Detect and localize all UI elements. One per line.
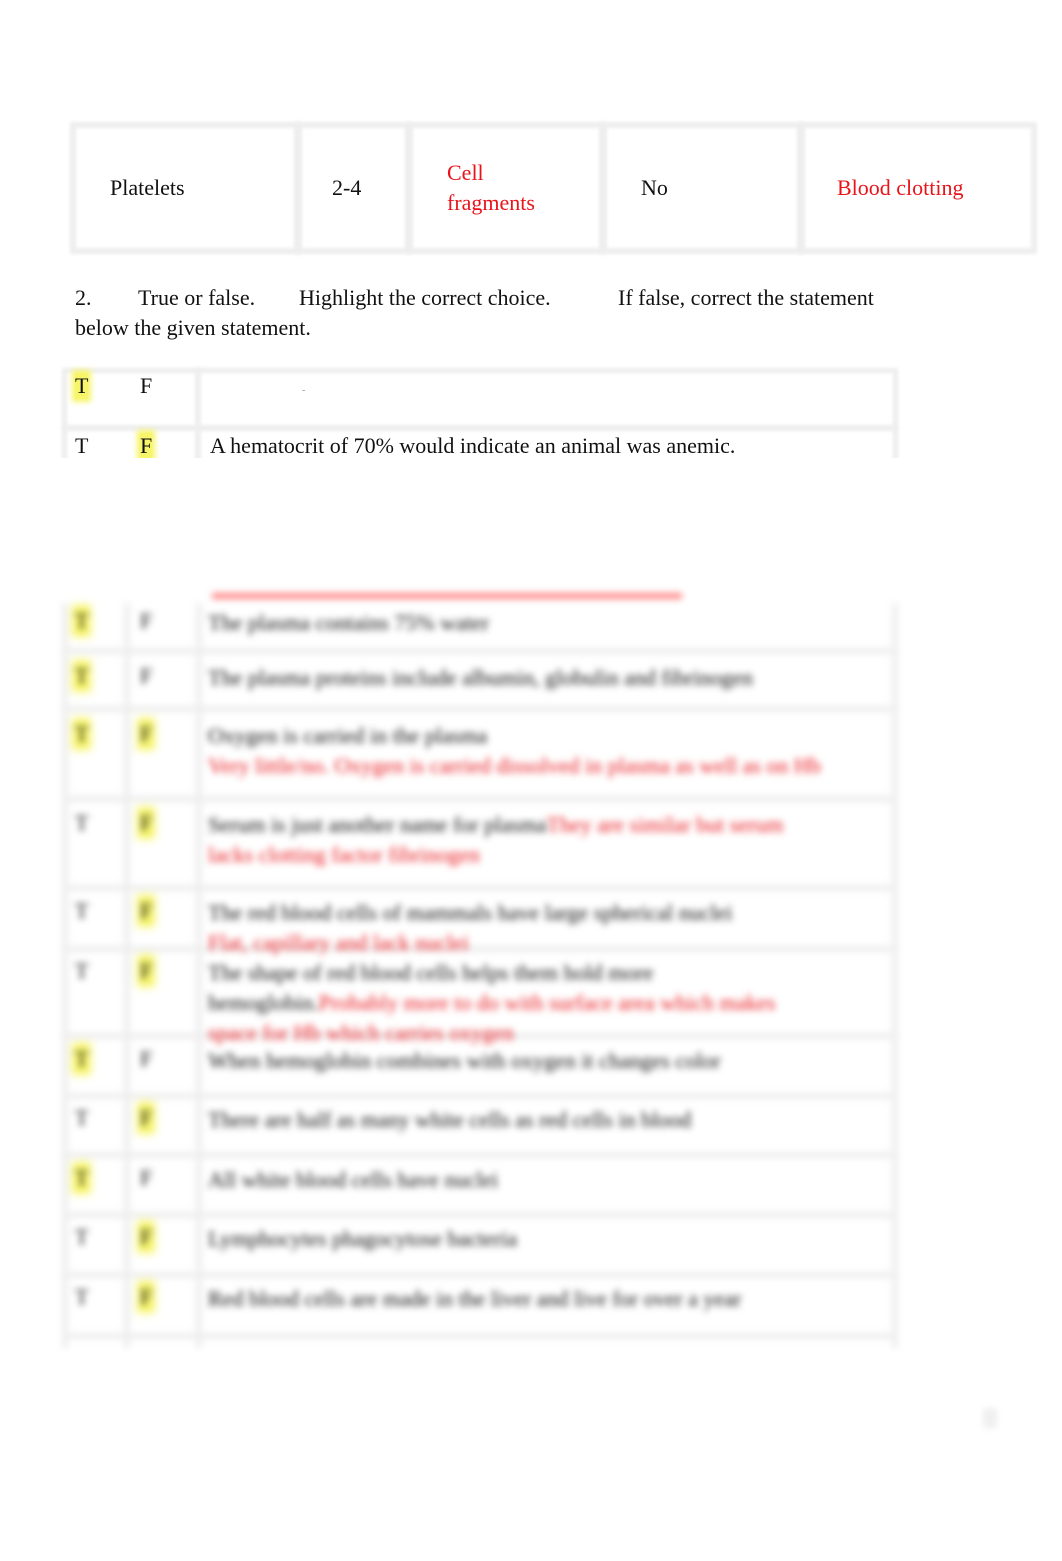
row-divider xyxy=(62,1212,898,1218)
false-choice: F xyxy=(140,1165,153,1190)
border xyxy=(892,603,898,1348)
false-choice: F xyxy=(140,1046,153,1071)
cell-description-line2: fragments xyxy=(447,190,535,215)
row-divider xyxy=(62,1272,898,1278)
false-choice: F xyxy=(140,810,153,836)
true-choice: T xyxy=(75,433,89,458)
statement-text: When hemoglobin combines with oxygen it … xyxy=(208,1048,721,1073)
column-divider xyxy=(124,603,130,1348)
false-choice: F xyxy=(140,663,153,688)
tf-statement: Lymphocytes phagocytose bacteria xyxy=(208,1224,828,1254)
border xyxy=(62,603,68,1348)
tf-statement: When hemoglobin combines with oxygen it … xyxy=(208,1046,828,1076)
true-choice: T xyxy=(75,663,89,689)
cut-correction-text xyxy=(212,593,682,599)
tf-statement: There are half as many white cells as re… xyxy=(208,1105,828,1135)
table-cell-border xyxy=(70,122,300,254)
table-cell-border xyxy=(601,122,803,254)
tf-statement: All white blood cells have nuclei xyxy=(208,1165,828,1195)
false-choice: F xyxy=(140,1224,153,1250)
statement-text: All white blood cells have nuclei xyxy=(208,1167,499,1192)
statement-text: Oxygen is carried in the plasma xyxy=(208,723,488,748)
cell-nucleus: No xyxy=(641,175,668,200)
cell-size: 2-4 xyxy=(332,175,362,200)
correction-text: Flat, capillary and lack nuclei xyxy=(208,930,469,955)
true-choice: T xyxy=(75,1046,89,1072)
question-number: 2. xyxy=(75,285,92,310)
false-choice: F xyxy=(140,721,153,747)
true-choice: T xyxy=(75,958,89,983)
row-divider xyxy=(62,885,898,891)
tf-statement: Red blood cells are made in the liver an… xyxy=(208,1284,828,1314)
false-choice: F xyxy=(140,898,153,924)
statement-text: Lymphocytes phagocytose bacteria xyxy=(208,1226,518,1251)
question-text-3: If false, correct the statement xyxy=(618,285,874,310)
tf-statement: Serum is just another name for plasmaThe… xyxy=(208,810,828,870)
false-choice: F xyxy=(140,958,153,984)
row-divider xyxy=(62,706,898,712)
question-text-2: Highlight the correct choice. xyxy=(299,285,551,310)
column-divider xyxy=(195,368,201,463)
page-number xyxy=(983,1408,997,1428)
cell-description-line1: Cell xyxy=(447,160,484,185)
cell-function: Blood clotting xyxy=(837,175,964,200)
question-text-1: True or false. xyxy=(138,285,256,310)
page-gap xyxy=(0,458,1062,603)
table-cell-border xyxy=(407,122,605,254)
tf-statement: A hematocrit of 70% would indicate an an… xyxy=(210,433,736,458)
dash-mark: - xyxy=(302,385,306,396)
true-choice: T xyxy=(75,1105,89,1130)
statement-text: Red blood cells are made in the liver an… xyxy=(208,1286,742,1311)
question-text-4: below the given statement. xyxy=(75,315,311,340)
cell-name: Platelets xyxy=(110,175,185,200)
true-choice: T xyxy=(75,1284,89,1309)
tf-statement: The red blood cells of mammals have larg… xyxy=(208,898,828,958)
false-choice-highlighted: F xyxy=(140,433,153,459)
statement-text: The red blood cells of mammals have larg… xyxy=(208,900,733,925)
row-divider xyxy=(62,425,898,431)
statement-text: There are half as many white cells as re… xyxy=(208,1107,692,1132)
true-choice: T xyxy=(75,810,89,835)
false-choice: F xyxy=(140,1284,153,1310)
true-choice: T xyxy=(75,721,89,747)
row-divider xyxy=(62,1093,898,1099)
tf-statement: The plasma contains 75% water xyxy=(208,608,828,638)
false-choice: F xyxy=(140,1105,153,1131)
false-choice: F xyxy=(140,608,153,633)
true-choice: T xyxy=(75,1224,89,1249)
statement-text: The plasma contains 75% water xyxy=(208,610,490,635)
tf-statement: The plasma proteins include albumin, glo… xyxy=(208,663,828,693)
false-choice: F xyxy=(140,373,153,398)
column-divider xyxy=(196,603,202,1348)
tf-statement: Oxygen is carried in the plasma Very litt… xyxy=(208,721,828,781)
statement-text: The plasma proteins include albumin, glo… xyxy=(208,665,753,690)
row-divider xyxy=(62,648,898,654)
true-choice-highlighted: T xyxy=(75,373,89,399)
true-choice: T xyxy=(75,1165,89,1191)
document-page: Platelets 2-4 Cell fragments No Blood cl… xyxy=(0,0,1062,1561)
row-divider xyxy=(62,1333,898,1339)
true-choice: T xyxy=(75,608,89,634)
row-divider xyxy=(62,1152,898,1158)
correction-text: Very little/no. Oxygen is carried dissol… xyxy=(208,753,821,778)
statement-text: Serum is just another name for plasma xyxy=(208,812,547,837)
tf-statement: The shape of red blood cells helps them … xyxy=(208,958,828,1048)
row-divider xyxy=(62,796,898,802)
blurred-tf-table: T F The plasma contains 75% water T F The pla… xyxy=(62,593,902,1348)
true-choice: T xyxy=(75,898,89,923)
